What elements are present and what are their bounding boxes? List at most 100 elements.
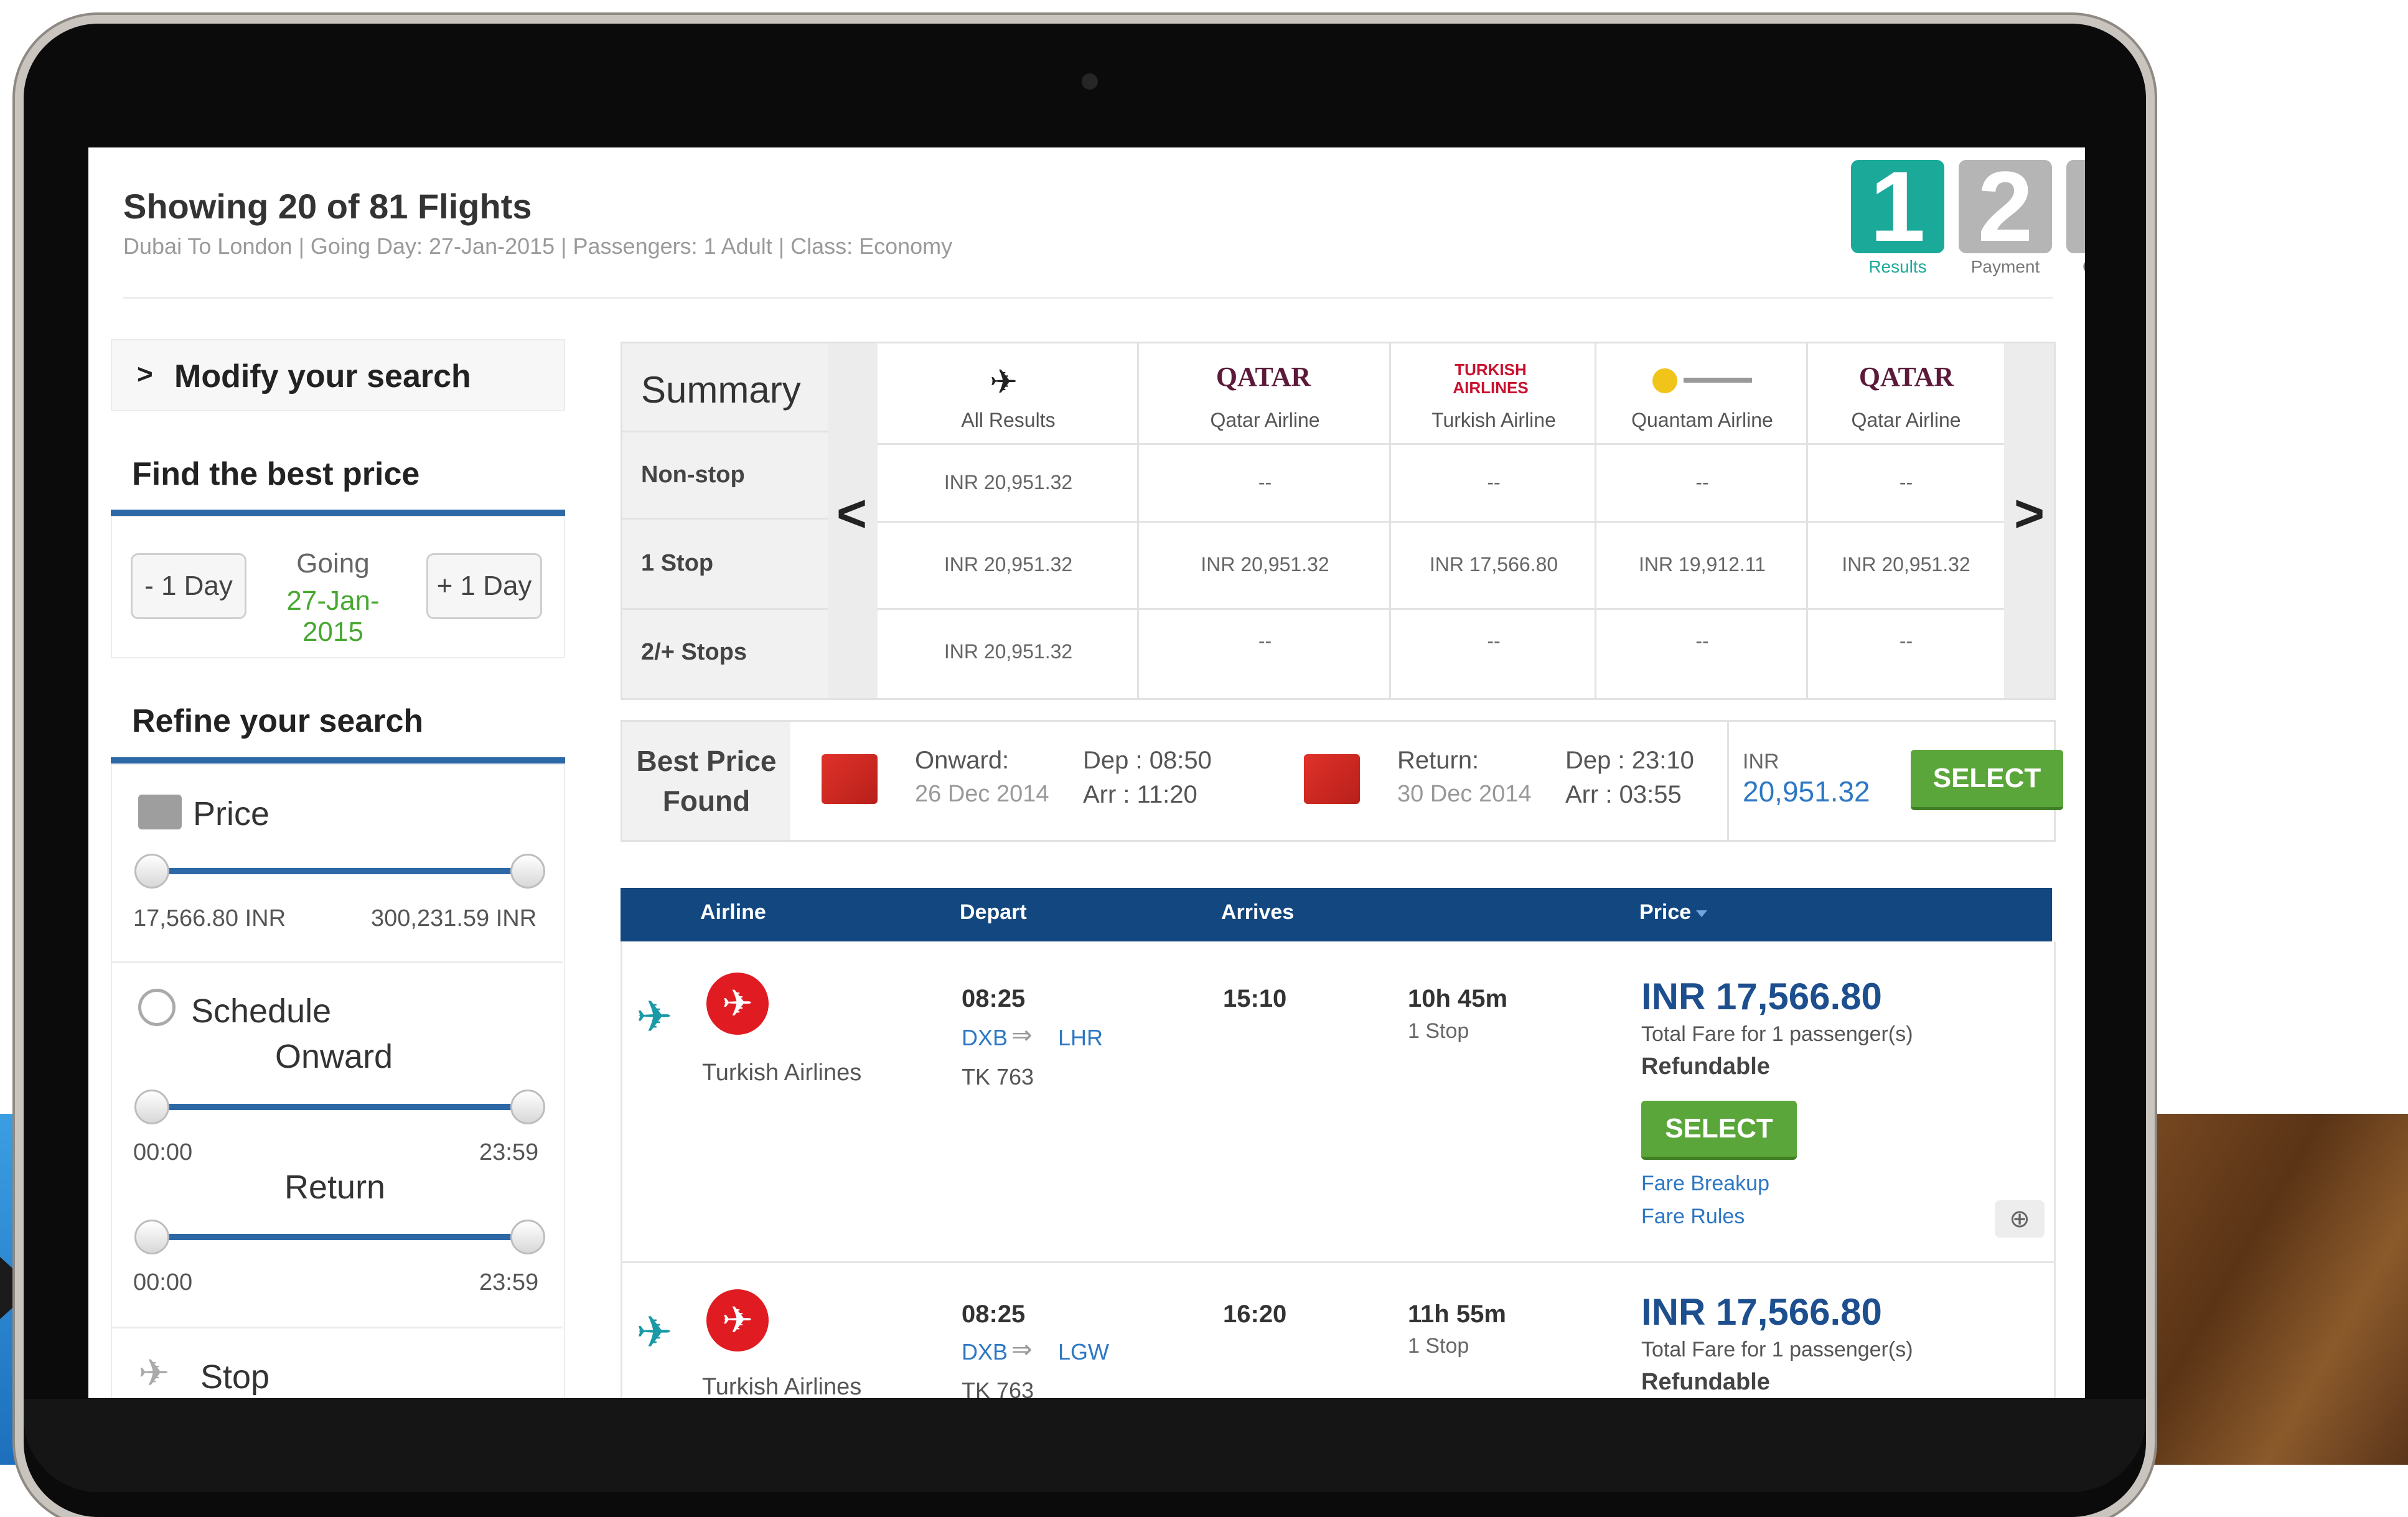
page-title: Showing 20 of 81 Flights xyxy=(123,187,532,226)
price-slider-max-handle[interactable] xyxy=(510,854,545,889)
matrix-cell[interactable]: -- xyxy=(1139,471,1391,494)
step-payment[interactable]: 2 Payment xyxy=(1959,157,2052,276)
booking-screen: Showing 20 of 81 Flights Dubai To London… xyxy=(88,147,2085,1398)
destination-code[interactable]: LHR xyxy=(1058,1025,1103,1051)
summary-prev-button[interactable]: < xyxy=(828,343,878,698)
depart-time: 08:25 xyxy=(962,1300,1026,1328)
airline-name: Turkish Airlines xyxy=(702,1060,862,1086)
airline-name: Turkish Airlines xyxy=(702,1374,862,1398)
matrix-cell[interactable]: -- xyxy=(1596,630,1808,653)
summary-column-quantam[interactable]: Quantam Airline -- INR 19,912.11 -- xyxy=(1596,343,1808,698)
step-confirm[interactable]: 3 Confirm xyxy=(2066,160,2085,276)
find-best-price-title: Find the best price xyxy=(132,456,420,492)
matrix-cell[interactable]: INR 17,566.80 xyxy=(1391,553,1596,576)
fare-note: Total Fare for 1 passenger(s) xyxy=(1641,1022,1913,1046)
arrive-time: 15:10 xyxy=(1223,985,1287,1012)
return-min-value: 00:00 xyxy=(133,1269,193,1295)
matrix-cell[interactable]: -- xyxy=(1391,471,1596,494)
return-label: Return: xyxy=(1397,747,1479,774)
onward-slider-max-handle[interactable] xyxy=(510,1090,545,1124)
onward-arrival: Arr : 11:20 xyxy=(1083,781,1197,808)
sort-down-icon[interactable] xyxy=(1696,910,1707,917)
stop-count: 1 Stop xyxy=(1408,1334,1469,1358)
step-number: 1 xyxy=(1851,157,1944,256)
matrix-cell[interactable]: INR 19,912.11 xyxy=(1596,553,1808,576)
airplane-icon: ✈ xyxy=(636,992,673,1041)
flight-select-button[interactable]: SELECT xyxy=(1641,1101,1797,1160)
refine-search-title: Refine your search xyxy=(132,703,424,739)
column-name: Turkish Airline xyxy=(1431,409,1556,431)
matrix-cell[interactable]: INR 20,951.32 xyxy=(878,553,1139,576)
refine-panel xyxy=(111,763,565,1398)
step-label: Payment xyxy=(1970,257,2040,276)
price-max-value: 300,231.59 INR xyxy=(371,905,537,931)
summary-column-qatar[interactable]: QATAR Qatar Airline -- INR 20,951.32 -- xyxy=(1139,343,1391,698)
clock-icon xyxy=(138,989,176,1026)
step-results[interactable]: 1 Results xyxy=(1851,157,1944,276)
return-label: Return xyxy=(284,1169,386,1206)
airline-summary-matrix: Summary Non-stop 1 Stop 2/+ Stops < > ✈ … xyxy=(621,342,2056,700)
airplane-icon: ✈ xyxy=(138,1352,170,1394)
return-slider-track[interactable] xyxy=(151,1234,527,1240)
date-shift-panel: - 1 Day Going 27-Jan-2015 + 1 Day xyxy=(111,516,565,658)
matrix-cell[interactable]: -- xyxy=(1808,471,2004,494)
wallet-icon xyxy=(138,795,182,829)
fare-rules-link[interactable]: Fare Rules xyxy=(1641,1205,1745,1229)
fare-breakup-link[interactable]: Fare Breakup xyxy=(1641,1172,1769,1196)
section-underline xyxy=(111,510,565,516)
matrix-cell[interactable]: INR 20,951.32 xyxy=(1808,553,2004,576)
summary-column-all[interactable]: ✈ All Results INR 20,951.32 INR 20,951.3… xyxy=(878,343,1139,698)
row-1stop-label: 1 Stop xyxy=(641,550,714,576)
column-name: All Results xyxy=(961,409,1056,431)
column-price[interactable]: Price xyxy=(1639,900,1691,925)
going-label: Going xyxy=(296,548,370,579)
stop-count: 1 Stop xyxy=(1408,1019,1469,1043)
minus-day-button[interactable]: - 1 Day xyxy=(131,553,246,619)
matrix-cell[interactable]: -- xyxy=(1391,630,1596,653)
return-arrival: Arr : 03:55 xyxy=(1565,781,1682,808)
best-price-select-button[interactable]: SELECT xyxy=(1911,750,2063,810)
turkish-airlines-logo: ✈ xyxy=(706,973,769,1035)
matrix-cell[interactable]: -- xyxy=(1808,630,2004,653)
matrix-cell[interactable]: INR 20,951.32 xyxy=(878,471,1139,494)
chevron-right-icon: > xyxy=(2014,484,2045,543)
background-wood-panel xyxy=(2134,1114,2408,1465)
best-price-label-line2: Found xyxy=(662,785,751,817)
return-slider-max-handle[interactable] xyxy=(510,1220,545,1254)
price-slider-track[interactable] xyxy=(151,868,527,874)
banner-divider xyxy=(1727,722,1729,840)
column-name: Quantam Airline xyxy=(1631,409,1773,431)
return-departure: Dep : 23:10 xyxy=(1565,747,1694,774)
search-summary: Dubai To London | Going Day: 27-Jan-2015… xyxy=(123,233,953,259)
summary-next-button[interactable]: > xyxy=(2004,343,2054,698)
flight-number: TK 763 xyxy=(962,1064,1034,1090)
schedule-filter-label: Schedule xyxy=(191,992,332,1030)
column-arrives[interactable]: Arrives xyxy=(1221,900,1294,925)
modify-search-button[interactable]: > Modify your search xyxy=(111,339,565,411)
onward-date: 26 Dec 2014 xyxy=(915,781,1049,807)
best-price-label: Best Price Found xyxy=(622,722,790,840)
origin-code[interactable]: DXB xyxy=(962,1339,1008,1365)
destination-code[interactable]: LGW xyxy=(1058,1339,1109,1365)
onward-max-value: 23:59 xyxy=(479,1139,539,1165)
airplane-takeoff-icon: ✈ xyxy=(990,363,1018,401)
price-slider-min-handle[interactable] xyxy=(134,854,169,889)
column-airline[interactable]: Airline xyxy=(700,900,766,925)
return-slider-min-handle[interactable] xyxy=(134,1220,169,1254)
filter-divider xyxy=(111,961,563,963)
summary-column-qatar-2[interactable]: QATAR Qatar Airline -- INR 20,951.32 -- xyxy=(1808,343,2004,698)
matrix-cell[interactable]: -- xyxy=(1596,471,1808,494)
summary-column-turkish[interactable]: TURKISH AIRLINES Turkish Airline -- INR … xyxy=(1391,343,1596,698)
matrix-cell[interactable]: INR 20,951.32 xyxy=(1139,553,1391,576)
origin-code[interactable]: DXB xyxy=(962,1025,1008,1051)
column-depart[interactable]: Depart xyxy=(960,900,1027,925)
expand-details-icon[interactable]: ⊕ xyxy=(1995,1200,2045,1238)
best-price-amount: 20,951.32 xyxy=(1743,775,1870,808)
price-min-value: 17,566.80 INR xyxy=(133,905,286,931)
matrix-cell[interactable]: -- xyxy=(1139,630,1391,653)
onward-slider-track[interactable] xyxy=(151,1104,527,1110)
plus-day-button[interactable]: + 1 Day xyxy=(426,553,542,619)
onward-slider-min-handle[interactable] xyxy=(134,1090,169,1124)
turkish-airlines-logo: ✈ xyxy=(706,1289,769,1351)
matrix-cell[interactable]: INR 20,951.32 xyxy=(878,640,1139,663)
